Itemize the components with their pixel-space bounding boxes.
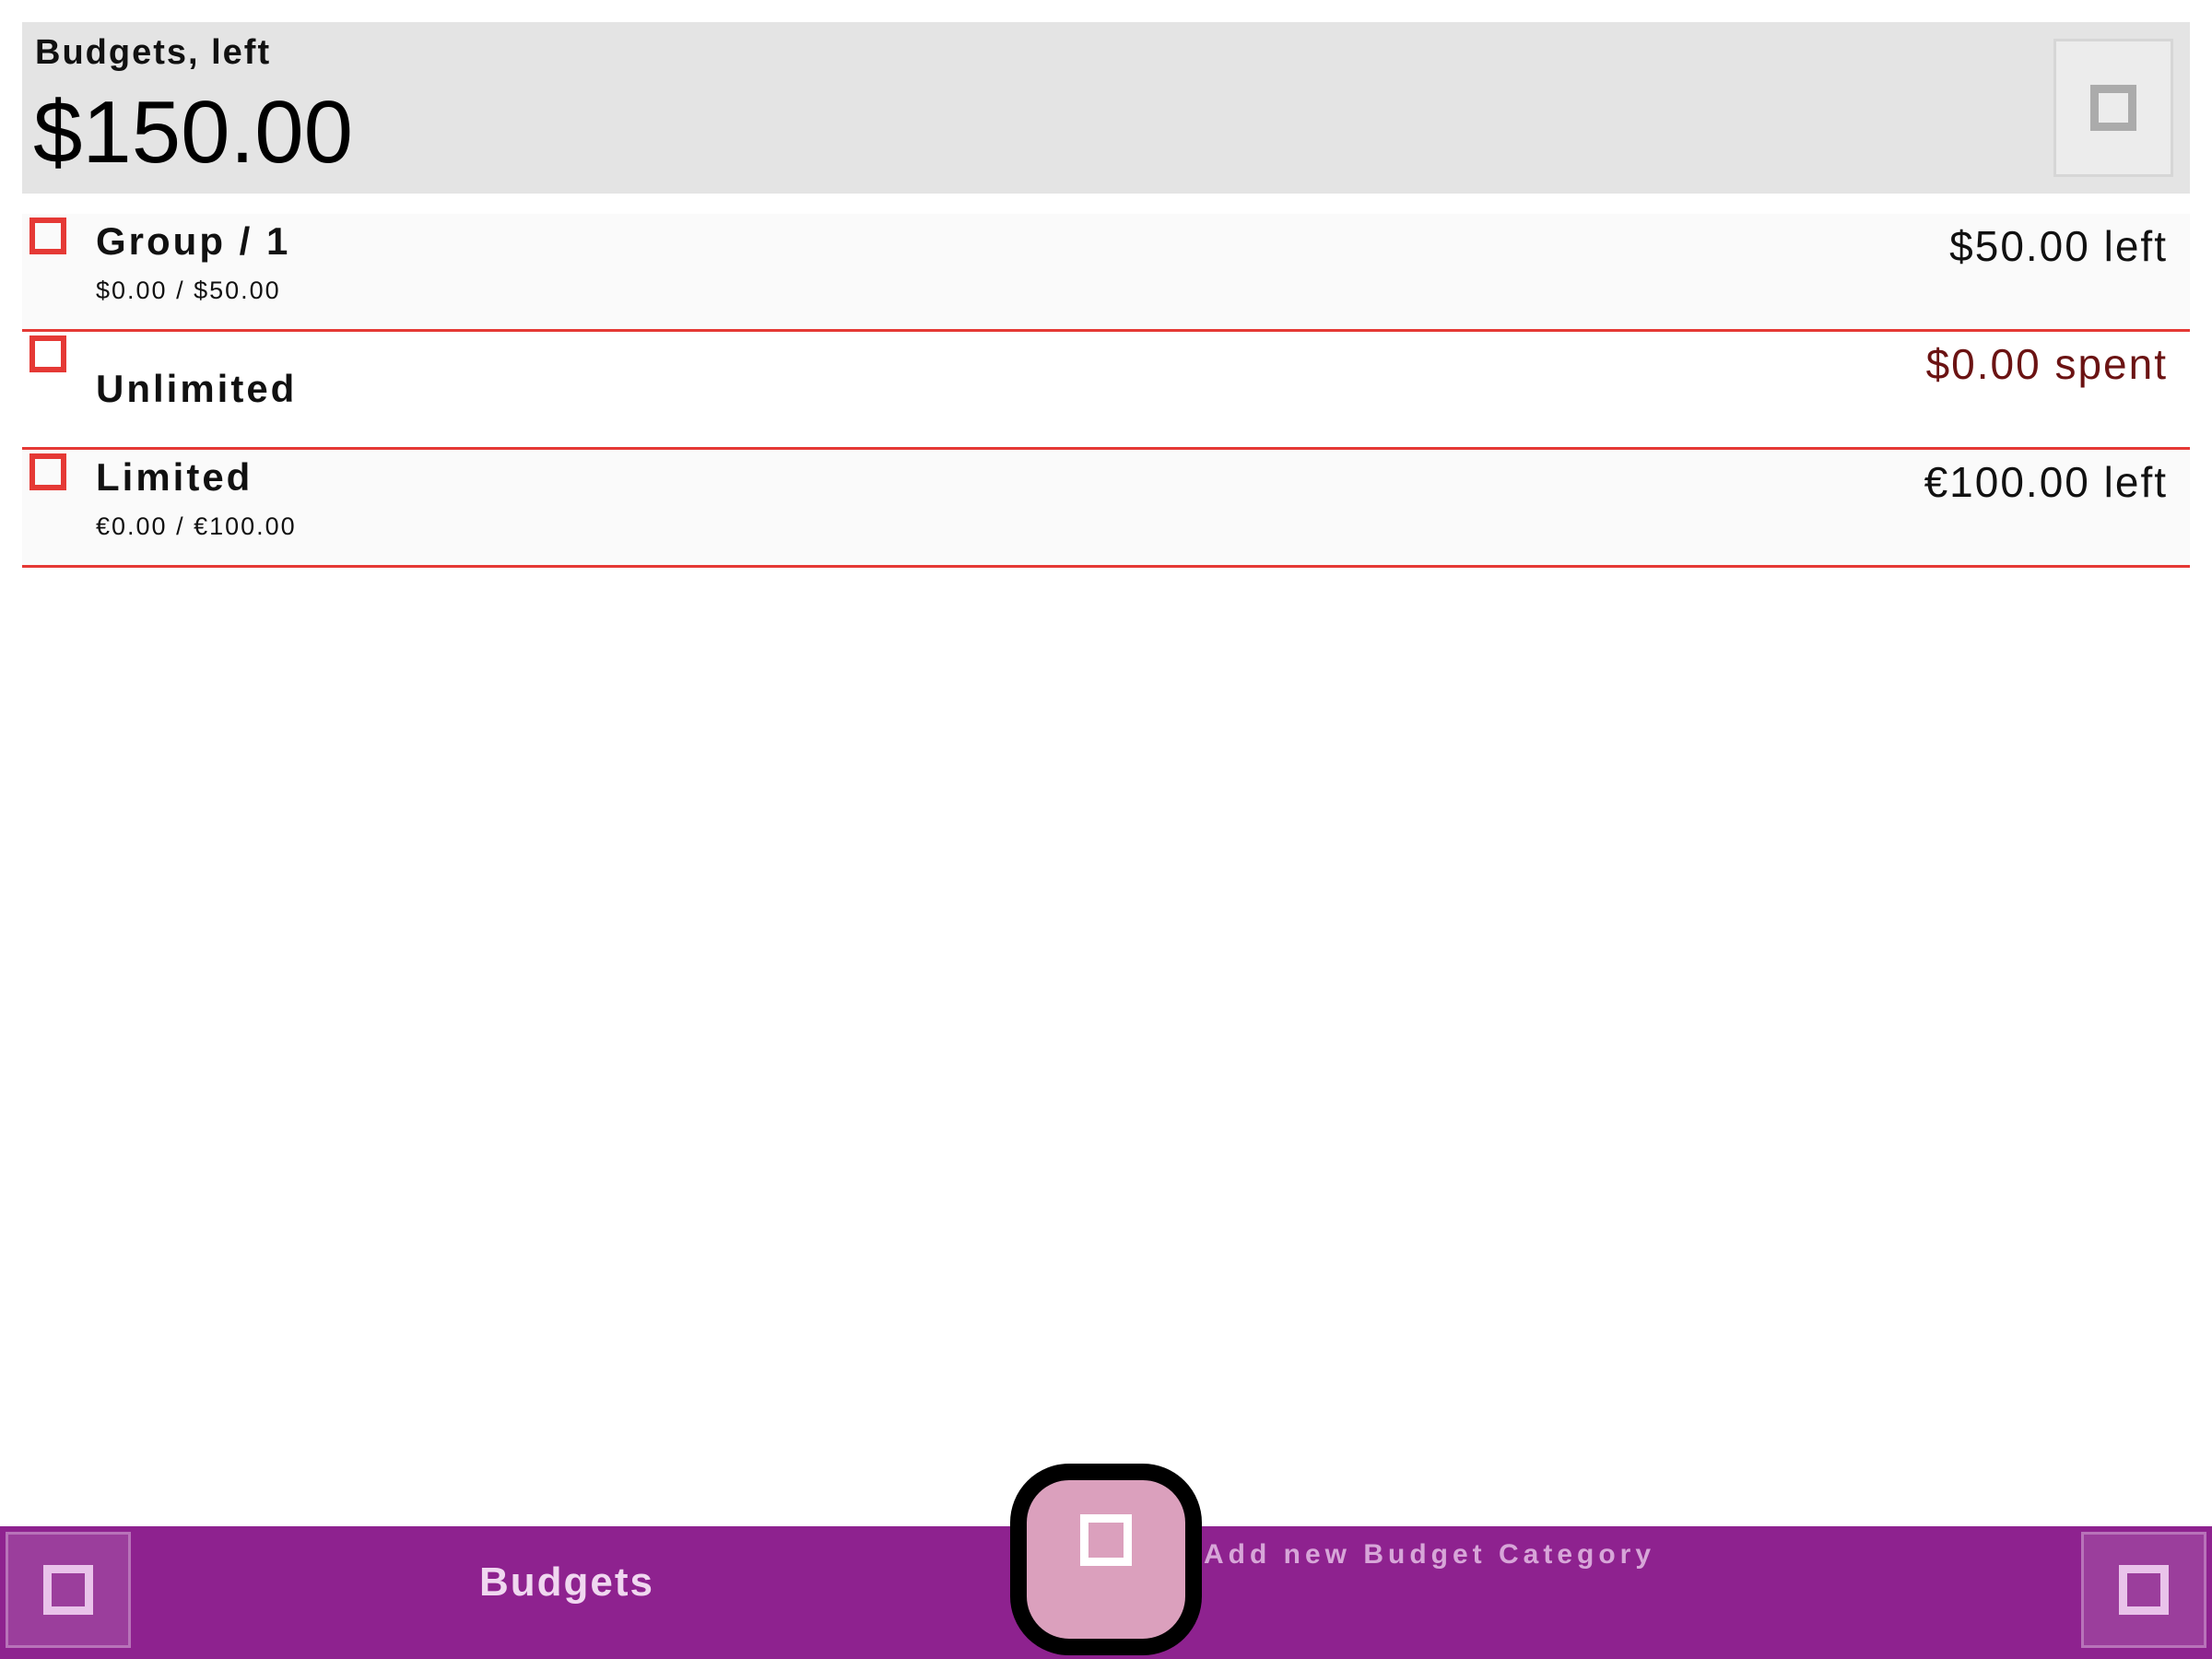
- budget-row-unlimited[interactable]: Unlimited $0.00 spent: [22, 332, 2190, 450]
- square-icon: [29, 335, 66, 372]
- budget-status: €100.00 left: [1924, 458, 2168, 506]
- square-icon: [1080, 1514, 1132, 1566]
- summary-caption: Budgets, left: [35, 33, 272, 72]
- add-budget-category-label[interactable]: Add new Budget Category: [1204, 1539, 1655, 1571]
- summary-amount: $150.00: [33, 83, 354, 182]
- budget-row-group-1[interactable]: Group / 1 $0.00 / $50.00 $50.00 left: [22, 214, 2190, 332]
- budget-name: Unlimited: [96, 367, 298, 410]
- square-icon: [2119, 1565, 2169, 1615]
- budget-name: Limited: [96, 455, 253, 499]
- header-action-button[interactable]: [2053, 39, 2173, 177]
- square-icon: [29, 218, 66, 254]
- budgets-summary-header: Budgets, left $150.00: [22, 22, 2190, 194]
- budget-status: $50.00 left: [1949, 222, 2168, 270]
- nav-right-button[interactable]: [2081, 1532, 2206, 1648]
- budget-name: Group / 1: [96, 219, 291, 263]
- budget-progress-text: €0.00 / €100.00: [96, 512, 297, 540]
- square-icon: [29, 453, 66, 490]
- add-budget-category-button[interactable]: [1010, 1464, 1202, 1655]
- square-icon: [43, 1565, 93, 1615]
- square-icon: [2090, 85, 2136, 131]
- bottom-bar-title: Budgets: [479, 1559, 654, 1605]
- budget-row-limited[interactable]: Limited €0.00 / €100.00 €100.00 left: [22, 450, 2190, 568]
- budget-progress-text: $0.00 / $50.00: [96, 276, 281, 304]
- budget-list: Group / 1 $0.00 / $50.00 $50.00 left Unl…: [22, 214, 2190, 568]
- nav-left-button[interactable]: [6, 1532, 131, 1648]
- budget-status: $0.00 spent: [1925, 340, 2168, 388]
- budgets-screen: Budgets, left $150.00 Group / 1 $0.00 / …: [0, 0, 2212, 1659]
